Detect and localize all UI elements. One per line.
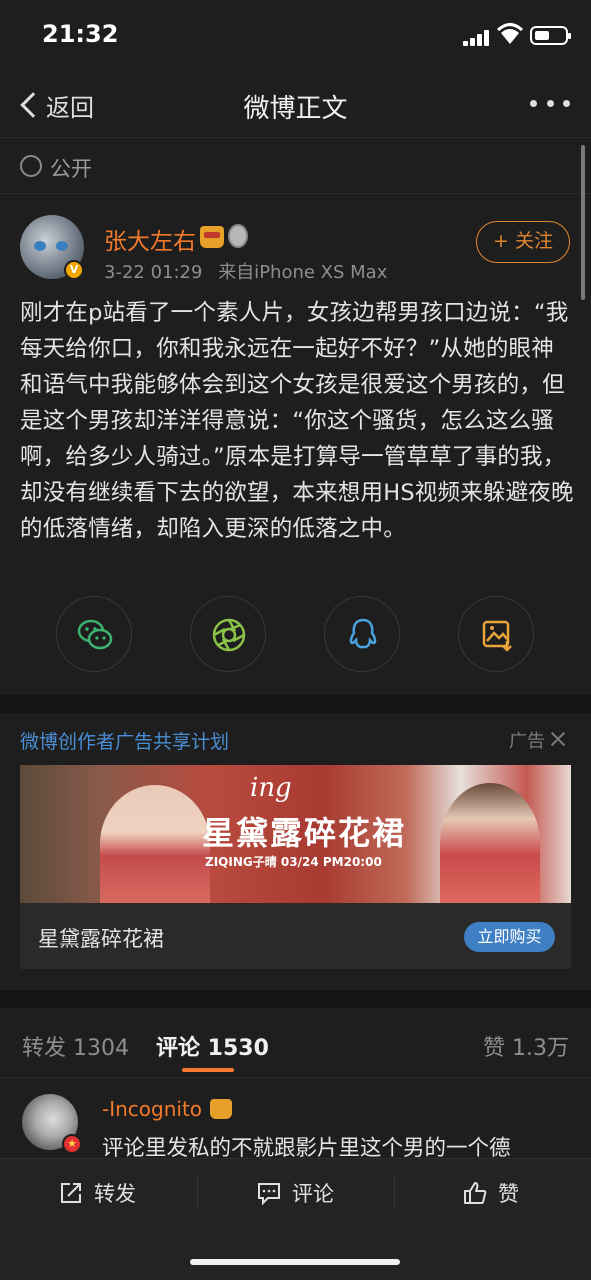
repost-button[interactable]: 转发 [58, 1178, 136, 1208]
share-wechat-button[interactable] [56, 596, 132, 672]
battery-icon [530, 26, 571, 45]
post-meta: 3-22 01:29 来自iPhone XS Max [104, 258, 387, 284]
author-name[interactable]: 张大左右 [104, 222, 196, 256]
share-qq-button[interactable] [324, 596, 400, 672]
like-button[interactable]: 赞 [462, 1178, 519, 1208]
signal-icon [463, 30, 491, 46]
moments-icon [212, 618, 246, 652]
more-options-button[interactable] [530, 100, 570, 108]
comment-icon [258, 1183, 280, 1206]
bottom-divider [394, 1176, 395, 1210]
ad-tag: 广告 [509, 731, 545, 752]
globe-icon [20, 155, 42, 177]
ad-product-name[interactable]: 星黛露碎花裙 [38, 923, 164, 953]
post-text: 刚才在p站看了一个素人片，女孩边帮男孩口边说：“我每天给你口，你和我永远在一起好… [20, 300, 574, 542]
page-title: 微博正文 [243, 94, 348, 124]
post-source: 来自iPhone XS Max [218, 262, 388, 283]
status-time: 21:32 [42, 20, 119, 48]
crown-icon [210, 1099, 232, 1119]
buy-now-button[interactable]: 立即购买 [464, 922, 555, 952]
tab-divider [0, 1077, 591, 1078]
post-timestamp: 3-22 01:29 [104, 262, 203, 283]
scrollbar[interactable] [581, 145, 585, 300]
save-image-icon [482, 620, 512, 652]
comment-button[interactable]: 评论 [256, 1178, 334, 1208]
tab-like[interactable]: 赞 1.3万 [483, 1030, 569, 1062]
share-icon [61, 1183, 81, 1203]
model-photo-right [440, 783, 540, 903]
like-label: 赞 [498, 1182, 519, 1206]
ad-banner-image[interactable]: ing 星黛露碎花裙 ZIQING子晴 03/24 PM20:00 [20, 765, 571, 903]
model-photo-left [100, 785, 210, 903]
comment-label: 评论 [292, 1182, 334, 1206]
qq-icon [349, 618, 377, 649]
wifi-icon [496, 22, 524, 46]
tab-comment[interactable]: 评论 1530 [156, 1030, 269, 1062]
ad-banner-script: ing [250, 773, 292, 803]
ad-program-link[interactable]: 微博创作者广告共享计划 [20, 727, 229, 754]
share-moments-button[interactable] [190, 596, 266, 672]
repost-label: 转发 [94, 1182, 136, 1206]
save-image-button[interactable] [458, 596, 534, 672]
verified-badge: V [64, 260, 84, 280]
star-badge-icon: ★ [62, 1134, 82, 1154]
active-tab-indicator [182, 1068, 234, 1072]
tab-repost[interactable]: 转发 1304 [22, 1030, 129, 1062]
thumbs-up-icon [464, 1182, 487, 1204]
home-indicator[interactable] [190, 1259, 400, 1265]
section-divider [0, 990, 591, 1008]
medal-icon [228, 224, 248, 248]
commenter-name[interactable]: -Incognito [102, 1097, 202, 1121]
crown-icon [200, 226, 224, 248]
ad-banner-subline: ZIQING子晴 03/24 PM20:00 [205, 855, 382, 869]
follow-button[interactable]: + 关注 [476, 221, 570, 263]
section-divider [0, 695, 591, 713]
ad-banner-headline: 星黛露碎花裙 [202, 814, 407, 852]
close-icon[interactable] [550, 731, 566, 747]
bottom-divider [197, 1176, 198, 1210]
wechat-icon [77, 619, 113, 650]
visibility-label: 公开 [50, 157, 92, 181]
